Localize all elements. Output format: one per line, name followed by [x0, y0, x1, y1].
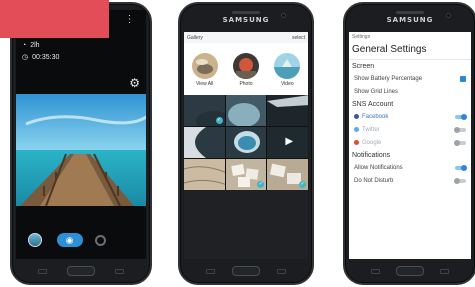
- settings-header: Settings: [349, 32, 471, 42]
- album-label: Video: [280, 81, 294, 87]
- album-label: View All: [195, 81, 214, 87]
- setting-show-battery[interactable]: Show Battery Percentage: [349, 72, 471, 85]
- facebook-icon: [354, 114, 359, 119]
- album-thumbnail: [232, 53, 259, 79]
- setting-label: Allow Notifications: [354, 164, 403, 171]
- photo-tile[interactable]: ✓: [184, 95, 225, 126]
- gallery-title: Gallery: [187, 34, 203, 41]
- camera-info: ◔ 2lh ◷ 00:35:30: [22, 40, 59, 64]
- photo-tile[interactable]: [184, 159, 225, 190]
- page-title: General Settings: [349, 42, 471, 60]
- timer-value: 2lh: [30, 42, 40, 49]
- switch-camera-button[interactable]: [94, 234, 106, 246]
- setting-facebook[interactable]: Facebook: [349, 110, 471, 123]
- section-notifications: Notifications: [352, 152, 391, 159]
- setting-google[interactable]: Google: [349, 136, 471, 149]
- camera-screen: ⚡ ▮ ⌒ ⋮ ◔2lh ◷00:35:30 ⚙: [16, 10, 146, 259]
- setting-label: Google: [362, 139, 382, 146]
- gallery-phone: SAMSUNG Gallery select View All Photo Vi…: [178, 2, 314, 285]
- photo-tile[interactable]: ✓: [225, 159, 267, 190]
- home-button[interactable]: [67, 266, 95, 276]
- camera-icon: ◉: [65, 234, 74, 245]
- settings-phone: SAMSUNG Settings General Settings Screen…: [343, 2, 475, 285]
- twitter-toggle[interactable]: [454, 126, 466, 133]
- gallery-screen: Gallery select View All Photo Video ✓ ▶ …: [184, 32, 308, 259]
- settings-screen: Settings General Settings Screen Show Ba…: [349, 32, 471, 259]
- camera-controls: ◉: [16, 221, 146, 259]
- google-icon: [354, 140, 359, 145]
- shutter-button[interactable]: ◉: [56, 233, 83, 247]
- brand-logo: SAMSUNG: [222, 16, 270, 24]
- camera-preview[interactable]: [16, 94, 146, 206]
- gear-icon[interactable]: ⚙: [129, 76, 140, 90]
- back-key[interactable]: [115, 269, 124, 274]
- photo-tile[interactable]: ✓: [267, 159, 308, 190]
- album-row: View All Photo Video: [184, 43, 308, 95]
- setting-twitter[interactable]: Twitter: [349, 123, 471, 136]
- photo-tile[interactable]: [267, 95, 308, 126]
- battery-checkbox[interactable]: [460, 75, 466, 82]
- album-thumbnail: [274, 53, 301, 79]
- speaker: [396, 11, 424, 14]
- photo-tile[interactable]: ▶: [267, 127, 308, 158]
- setting-label: Twitter: [362, 126, 380, 133]
- setting-label: Do Not Disturb: [354, 177, 394, 184]
- album-view-all[interactable]: View All: [191, 53, 218, 87]
- setting-label: Show Battery Percentage: [354, 75, 423, 82]
- select-link[interactable]: select: [292, 35, 305, 41]
- album-video[interactable]: Video: [274, 53, 301, 87]
- home-button[interactable]: [232, 266, 260, 276]
- notifications-toggle[interactable]: [455, 164, 467, 171]
- twitter-icon: [354, 127, 359, 132]
- play-icon: ▶: [285, 136, 294, 147]
- facebook-toggle[interactable]: [455, 113, 467, 120]
- red-banner: [0, 0, 109, 38]
- photo-tile[interactable]: [225, 95, 267, 126]
- more-vert-icon[interactable]: ⋮: [124, 14, 134, 25]
- back-key[interactable]: [277, 269, 286, 274]
- setting-show-grid[interactable]: Show Grid Lines: [349, 85, 471, 98]
- setting-allow-notifications[interactable]: Allow Notifications: [349, 161, 471, 174]
- check-icon: ✓: [299, 181, 306, 188]
- recent-apps-key[interactable]: [38, 269, 47, 274]
- speaker: [232, 11, 260, 14]
- pier-photo: [16, 94, 146, 206]
- dnd-toggle[interactable]: [454, 177, 466, 184]
- album-thumbnail: [191, 53, 218, 79]
- setting-label: Facebook: [362, 113, 389, 120]
- front-camera: [446, 13, 451, 18]
- home-button[interactable]: [396, 266, 424, 276]
- clock-value: 00:35:30: [32, 54, 60, 61]
- recent-apps-key[interactable]: [206, 269, 215, 274]
- photo-grid: ✓ ▶ ✓ ✓: [184, 95, 308, 190]
- clock-icon: ◷: [22, 54, 29, 61]
- check-icon: ✓: [215, 117, 223, 124]
- back-key[interactable]: [440, 269, 449, 274]
- front-camera: [281, 13, 286, 18]
- section-sns: SNS Account: [352, 101, 394, 108]
- photo-tile[interactable]: [184, 127, 225, 158]
- photo-tile[interactable]: [225, 127, 267, 158]
- camera-phone: ⚡ ▮ ⌒ ⋮ ◔2lh ◷00:35:30 ⚙: [10, 2, 152, 285]
- setting-label: Show Grid Lines: [354, 88, 399, 95]
- album-label: Photo: [239, 81, 253, 87]
- setting-do-not-disturb[interactable]: Do Not Disturb: [349, 174, 471, 187]
- album-photo[interactable]: Photo: [232, 53, 259, 87]
- brand-logo: SAMSUNG: [386, 16, 434, 24]
- recent-apps-key[interactable]: [371, 269, 380, 274]
- section-screen: Screen: [352, 63, 375, 70]
- google-toggle[interactable]: [454, 139, 466, 146]
- gallery-header: Gallery select: [184, 32, 308, 43]
- timer-icon[interactable]: ◔: [22, 40, 26, 52]
